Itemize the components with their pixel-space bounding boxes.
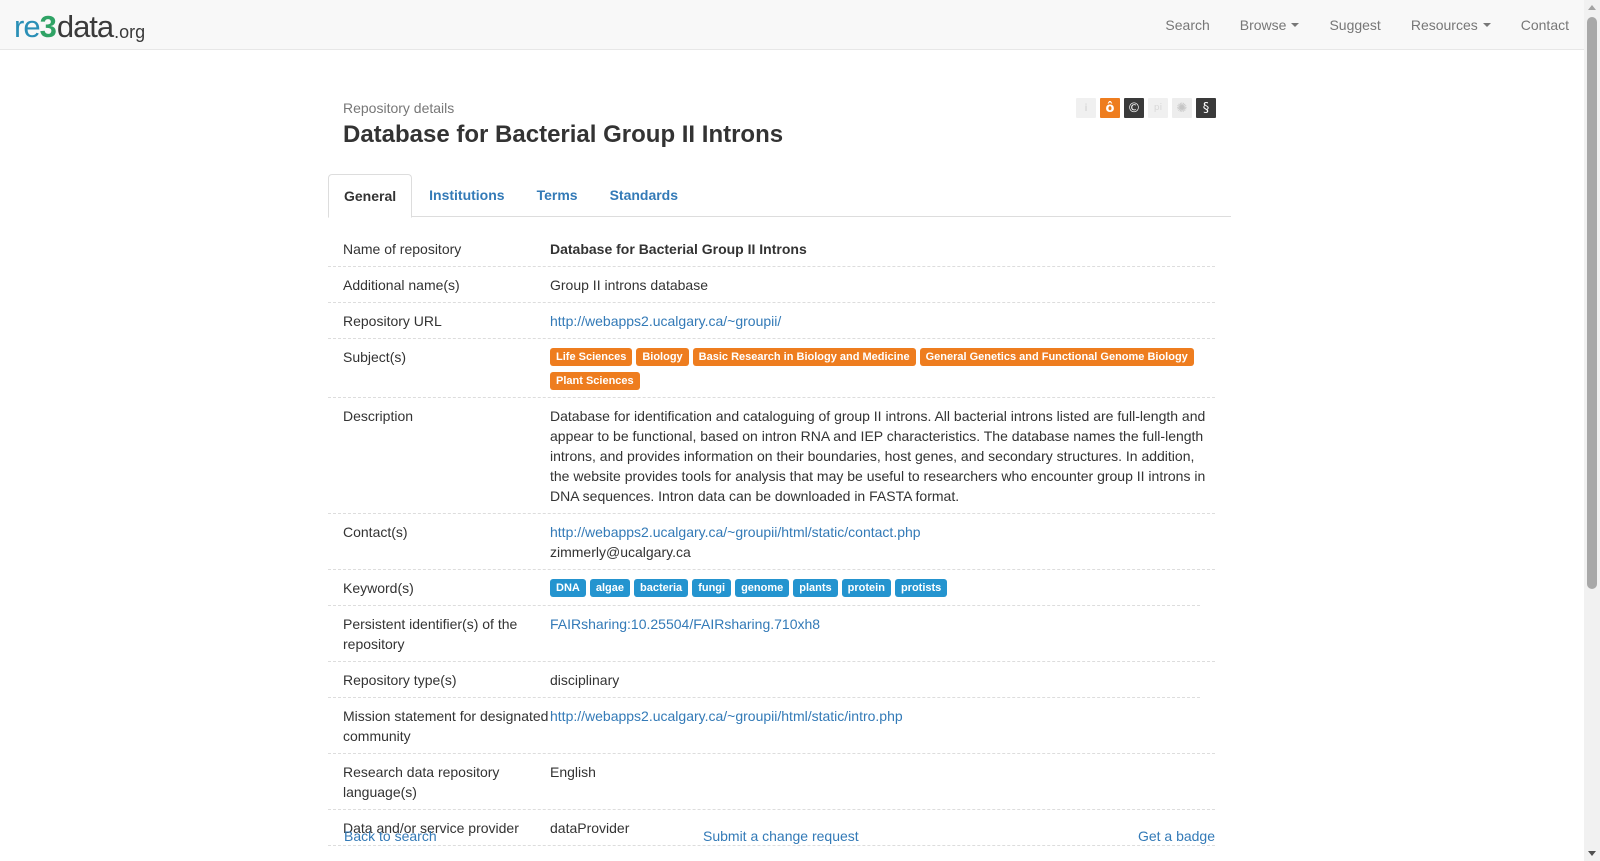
- contact-link[interactable]: http://webapps2.ucalgary.ca/~groupii/htm…: [550, 524, 921, 540]
- copyright-icon[interactable]: ©: [1124, 98, 1144, 118]
- tab-general[interactable]: General: [328, 174, 413, 218]
- subject-tag[interactable]: General Genetics and Functional Genome B…: [919, 348, 1194, 366]
- scroll-up-arrow-icon[interactable]: [1588, 5, 1596, 10]
- table-row: Contact(s) http://webapps2.ucalgary.ca/~…: [328, 514, 1215, 570]
- keyword-tag[interactable]: fungi: [692, 579, 732, 597]
- row-label: Persistent identifier(s) of the reposito…: [343, 616, 518, 652]
- repository-type-value: disciplinary: [550, 672, 620, 688]
- main-nav: Search Browse Suggest Resources Contact: [1150, 0, 1584, 50]
- subject-tag[interactable]: Biology: [636, 348, 689, 366]
- get-a-badge-link[interactable]: Get a badge: [1138, 828, 1215, 844]
- re3data-logo[interactable]: re 3 data .org: [14, 6, 145, 44]
- row-label: Contact(s): [343, 524, 408, 540]
- nav-search-label: Search: [1165, 17, 1210, 33]
- row-label: Subject(s): [343, 349, 407, 365]
- logo-3: 3: [39, 9, 57, 44]
- table-row: Research data repository language(s) Eng…: [328, 754, 1215, 810]
- persistent-identifier-link[interactable]: FAIRsharing:10.25504/FAIRsharing.710xh8: [550, 616, 820, 632]
- additional-name-value: Group II introns database: [550, 277, 708, 293]
- subject-tag[interactable]: Plant Sciences: [550, 372, 640, 390]
- keyword-tag[interactable]: bacteria: [633, 579, 689, 597]
- table-row: Persistent identifier(s) of the reposito…: [328, 606, 1215, 662]
- keyword-tag[interactable]: genome: [735, 579, 790, 597]
- keyword-tag[interactable]: protein: [841, 579, 891, 597]
- nav-resources[interactable]: Resources: [1396, 0, 1506, 50]
- contact-email: zimmerly@ucalgary.ca: [550, 544, 691, 560]
- row-label: Additional name(s): [343, 277, 460, 293]
- navbar: re 3 data .org Search Browse Suggest Resour…: [0, 0, 1584, 50]
- certificate-icon[interactable]: ✺: [1172, 98, 1192, 118]
- footer-links: Back to search Submit a change request G…: [344, 828, 1215, 848]
- tab-terms[interactable]: Terms: [522, 174, 593, 217]
- nav-contact[interactable]: Contact: [1506, 0, 1584, 50]
- table-row: Repository type(s) disciplinary: [328, 662, 1200, 698]
- row-label: Repository URL: [343, 313, 442, 329]
- logo-re: re: [14, 9, 41, 44]
- info-icon[interactable]: i: [1076, 98, 1096, 118]
- row-label: Keyword(s): [343, 580, 414, 596]
- row-label: Description: [343, 408, 414, 424]
- repository-url-link[interactable]: http://webapps2.ucalgary.ca/~groupii/: [550, 313, 781, 329]
- subject-tag[interactable]: Life Sciences: [550, 348, 633, 366]
- logo-data: data: [56, 9, 114, 44]
- back-to-search-link[interactable]: Back to search: [344, 828, 437, 844]
- chevron-down-icon: [1482, 23, 1491, 27]
- row-label: Research data repository language(s): [343, 764, 500, 800]
- page-subtitle: Repository details: [343, 100, 455, 116]
- keyword-tag[interactable]: plants: [793, 579, 838, 597]
- nav-search[interactable]: Search: [1150, 0, 1224, 50]
- keyword-tag[interactable]: DNA: [550, 579, 586, 597]
- nav-suggest[interactable]: Suggest: [1314, 0, 1395, 50]
- description-value: Database for identification and catalogu…: [550, 408, 1206, 504]
- page-title: Database for Bacterial Group II Introns: [343, 121, 784, 148]
- detail-tabs: General Institutions Terms Standards: [328, 174, 1231, 218]
- scroll-down-arrow-icon[interactable]: [1588, 851, 1596, 856]
- tab-institutions[interactable]: Institutions: [414, 174, 519, 217]
- persistent-identifier-icon[interactable]: pi: [1148, 98, 1168, 118]
- repository-badges: i ô © pi ✺ §: [1076, 98, 1216, 118]
- row-label: Name of repository: [343, 241, 462, 257]
- chevron-down-icon: [1291, 23, 1300, 27]
- nav-browse[interactable]: Browse: [1225, 0, 1315, 50]
- policy-icon[interactable]: §: [1196, 98, 1216, 118]
- subject-tags: Life Sciences Biology Basic Research in …: [550, 348, 1215, 390]
- mission-statement-link[interactable]: http://webapps2.ucalgary.ca/~groupii/htm…: [550, 708, 903, 724]
- table-row: Keyword(s) DNA algae bacteria fungi geno…: [328, 570, 1200, 606]
- row-label: Repository type(s): [343, 672, 457, 688]
- nav-contact-label: Contact: [1520, 17, 1569, 33]
- nav-browse-label: Browse: [1239, 17, 1287, 33]
- keyword-tag[interactable]: algae: [589, 579, 630, 597]
- table-row: Subject(s) Life Sciences Biology Basic R…: [328, 339, 1215, 398]
- table-row: Description Database for identification …: [328, 398, 1215, 514]
- keyword-tag[interactable]: protists: [894, 579, 948, 597]
- repository-detail-table: Name of repository Database for Bacteria…: [328, 231, 1215, 846]
- language-value: English: [550, 764, 596, 780]
- nav-resources-label: Resources: [1410, 17, 1478, 33]
- page-scrollbar[interactable]: [1584, 0, 1600, 861]
- subject-tag[interactable]: Basic Research in Biology and Medicine: [692, 348, 916, 366]
- repository-name-value: Database for Bacterial Group II Introns: [550, 241, 807, 257]
- open-access-icon[interactable]: ô: [1100, 98, 1120, 118]
- logo-org: .org: [114, 22, 146, 42]
- table-row: Name of repository Database for Bacteria…: [328, 231, 1215, 267]
- nav-suggest-label: Suggest: [1329, 17, 1381, 33]
- table-row: Mission statement for designated communi…: [328, 698, 1215, 754]
- keyword-tags: DNA algae bacteria fungi genome plants p…: [550, 579, 1200, 597]
- submit-change-request-link[interactable]: Submit a change request: [703, 828, 859, 844]
- row-label: Mission statement for designated communi…: [343, 708, 549, 744]
- scrollbar-thumb[interactable]: [1587, 17, 1597, 589]
- tab-standards[interactable]: Standards: [595, 174, 693, 217]
- table-row: Repository URL http://webapps2.ucalgary.…: [328, 303, 1215, 339]
- table-row: Additional name(s) Group II introns data…: [328, 267, 1215, 303]
